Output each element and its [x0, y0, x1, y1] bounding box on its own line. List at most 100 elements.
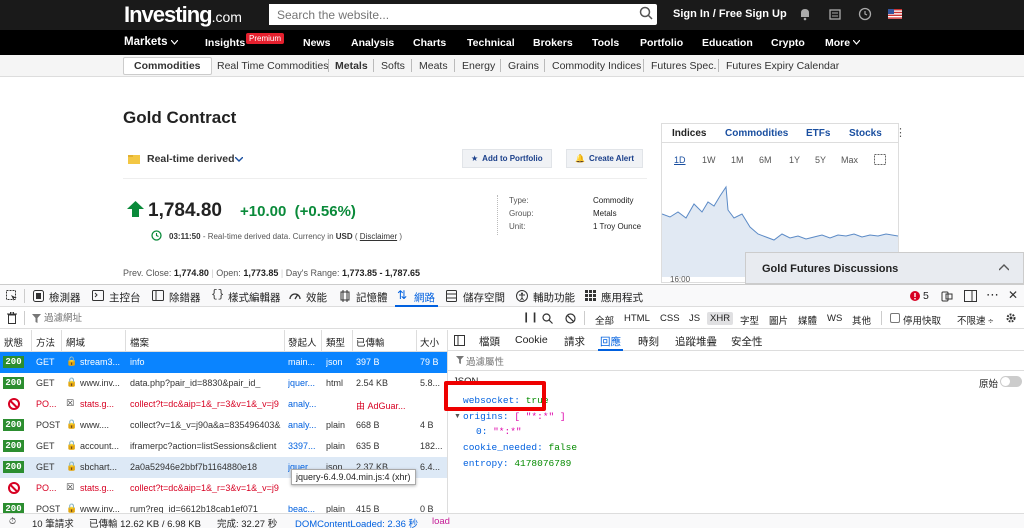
sign-in-link[interactable]: Sign In / Free Sign Up	[673, 8, 787, 20]
tab-performance[interactable]: 效能	[306, 290, 327, 305]
raw-toggle[interactable]	[1000, 376, 1022, 387]
json-origins-item[interactable]: 0: "*:*"	[476, 426, 522, 437]
more-options-icon[interactable]: ⋯	[986, 287, 999, 303]
us-flag-icon[interactable]	[888, 9, 902, 19]
block-icon[interactable]	[565, 313, 576, 324]
trash-icon[interactable]	[7, 312, 17, 324]
nav-crypto[interactable]: Crypto	[771, 37, 805, 49]
tab-response[interactable]: 回應	[600, 334, 621, 349]
toggle-sidebar-icon[interactable]	[454, 335, 465, 346]
filter-ws[interactable]: WS	[827, 313, 842, 324]
subnav-softs[interactable]: Softs	[381, 60, 405, 72]
responsive-design-icon[interactable]	[941, 290, 953, 302]
subnav-metals[interactable]: Metals	[335, 60, 368, 72]
nav-technical[interactable]: Technical	[467, 37, 515, 49]
disclaimer-link[interactable]: Disclaimer	[360, 232, 397, 241]
tab-storage[interactable]: 儲存空間	[463, 290, 505, 305]
cell-initiator[interactable]: main...	[288, 357, 320, 367]
subnav-meats[interactable]: Meats	[419, 60, 448, 72]
col-domain[interactable]: 網域	[66, 335, 85, 349]
filter-all[interactable]: 全部	[595, 313, 614, 327]
tab-commodities[interactable]: Commodities	[725, 128, 788, 139]
range-1w[interactable]: 1W	[702, 155, 716, 165]
tab-application[interactable]: 應用程式	[601, 290, 643, 305]
json-cookie-row[interactable]: cookie_needed: false	[463, 442, 577, 453]
tab-timings[interactable]: 時刻	[638, 334, 659, 349]
filter-fonts[interactable]: 字型	[740, 313, 759, 327]
range-max[interactable]: Max	[841, 155, 858, 165]
nav-analysis[interactable]: Analysis	[351, 37, 394, 49]
tab-etfs[interactable]: ETFs	[806, 128, 830, 139]
nav-charts[interactable]: Charts	[413, 37, 446, 49]
chevron-up-icon[interactable]	[999, 264, 1009, 271]
filter-media[interactable]: 媒體	[798, 313, 817, 327]
url-filter-input[interactable]	[44, 311, 504, 325]
dock-icon[interactable]	[964, 290, 977, 302]
request-row[interactable]: 200 🔒 POST www.... collect?v=1&_v=j90a&a=835…	[0, 415, 447, 436]
disable-cache-checkbox[interactable]	[890, 313, 900, 323]
throttle-select[interactable]: 不限速 ÷	[957, 313, 993, 327]
range-1y[interactable]: 1Y	[789, 155, 800, 165]
cell-initiator[interactable]: analy...	[288, 399, 320, 409]
subnav-grains[interactable]: Grains	[508, 60, 539, 72]
nav-news[interactable]: News	[303, 37, 330, 49]
subnav-commodities[interactable]: Commodities	[123, 57, 212, 75]
tab-stack-trace[interactable]: 追蹤堆疊	[675, 334, 717, 349]
close-icon[interactable]: ✕	[1008, 288, 1018, 302]
search-icon[interactable]	[639, 6, 653, 20]
bell-icon[interactable]	[798, 7, 812, 21]
cell-initiator[interactable]: jquer...	[288, 378, 320, 388]
realtime-label[interactable]: Real-time derived	[147, 153, 235, 165]
nav-insights[interactable]: Insights	[205, 37, 245, 49]
tab-network[interactable]: 網路	[414, 290, 435, 305]
nav-more[interactable]: More	[825, 37, 850, 49]
col-status[interactable]: 狀態	[4, 335, 23, 349]
request-row[interactable]: 200 🔒 GET account... iframerpc?action=listSe…	[0, 436, 447, 457]
tab-stocks[interactable]: Stocks	[849, 128, 882, 139]
tab-accessibility[interactable]: 輔助功能	[533, 290, 575, 305]
col-file[interactable]: 檔案	[130, 335, 149, 349]
tab-request[interactable]: 請求	[564, 334, 585, 349]
range-6m[interactable]: 6M	[759, 155, 772, 165]
search-icon[interactable]	[542, 313, 553, 324]
clock-icon[interactable]	[858, 7, 872, 21]
search-input[interactable]	[269, 4, 619, 25]
search-box[interactable]	[269, 4, 657, 25]
tab-memory[interactable]: 記憶體	[356, 290, 388, 305]
tab-inspector[interactable]: 檢測器	[49, 290, 81, 305]
subnav-futures-spec[interactable]: Futures Spec.	[651, 60, 716, 72]
nav-markets[interactable]: Markets	[124, 36, 167, 48]
nav-tools[interactable]: Tools	[592, 37, 619, 49]
tab-headers[interactable]: 檔頭	[479, 334, 500, 349]
cell-initiator[interactable]: 3397...	[288, 441, 320, 451]
subnav-real-time[interactable]: Real Time Commodities	[217, 60, 328, 72]
range-5y[interactable]: 5Y	[815, 155, 826, 165]
tab-security[interactable]: 安全性	[731, 334, 763, 349]
filter-xhr[interactable]: XHR	[707, 312, 734, 325]
request-row[interactable]: ☒ PO... stats.g... collect?t=dc&aip=1&_r=3&…	[0, 394, 447, 415]
col-size[interactable]: 大小	[420, 335, 439, 349]
tab-console[interactable]: 主控台	[109, 290, 141, 305]
expand-arrow-icon[interactable]: ▼	[454, 413, 461, 420]
col-initiator[interactable]: 發起人	[288, 335, 317, 349]
more-icon[interactable]: ⋮	[895, 126, 906, 139]
filter-css[interactable]: CSS	[660, 313, 680, 324]
create-alert-button[interactable]: 🔔 Create Alert	[566, 149, 644, 168]
error-count[interactable]: 5	[923, 290, 929, 302]
nav-portfolio[interactable]: Portfolio	[640, 37, 683, 49]
col-method[interactable]: 方法	[36, 335, 55, 349]
col-type[interactable]: 類型	[326, 335, 345, 349]
nav-education[interactable]: Education	[702, 37, 753, 49]
error-icon[interactable]	[910, 291, 920, 301]
pause-icon[interactable]: ❙❙	[522, 312, 539, 323]
subnav-futures-expiry[interactable]: Futures Expiry Calendar	[726, 60, 839, 72]
portfolio-icon[interactable]	[828, 7, 842, 21]
site-logo[interactable]: Investing.com	[124, 2, 242, 28]
range-1d[interactable]: 1D	[674, 155, 686, 165]
tab-indices[interactable]: Indices	[672, 128, 707, 139]
tab-debugger[interactable]: 除錯器	[169, 290, 201, 305]
json-origins-row[interactable]: origins: [ "*:*" ]	[463, 411, 566, 422]
gear-icon[interactable]	[1005, 312, 1017, 324]
discussions-bar[interactable]: Gold Futures Discussions	[745, 252, 1024, 284]
property-filter-input[interactable]: 過濾屬性	[466, 354, 504, 368]
